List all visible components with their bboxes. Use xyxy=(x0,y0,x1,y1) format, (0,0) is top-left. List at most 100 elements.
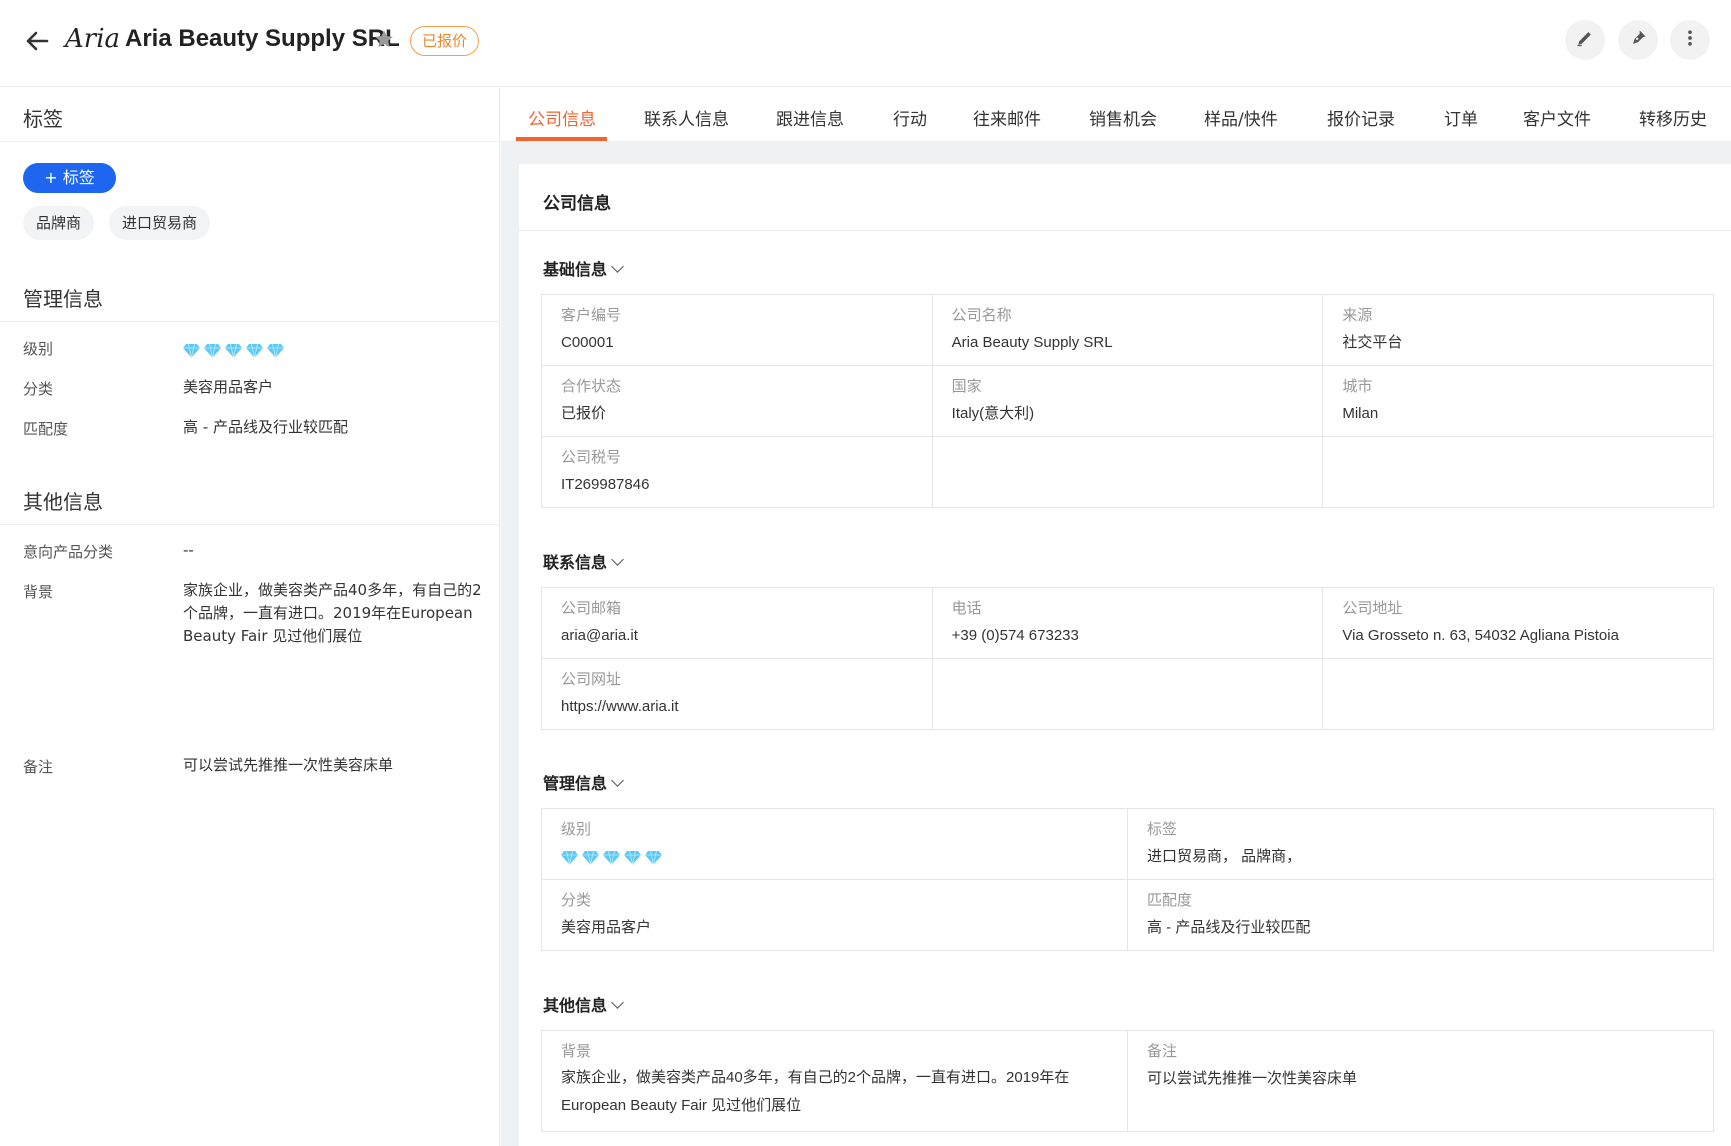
other-section-title: 其他信息 xyxy=(23,490,103,514)
field-phone: 电话 +39 (0)574 673233 xyxy=(933,588,1324,658)
empty-cell xyxy=(1323,437,1713,507)
tab-follow-up[interactable]: 跟进信息 xyxy=(776,105,844,130)
basic-info-title: 基础信息 xyxy=(543,260,608,279)
diamond-icon xyxy=(267,342,284,358)
tab-files[interactable]: 客户文件 xyxy=(1523,105,1591,130)
field-match: 匹配度高 - 产品线及行业较匹配 xyxy=(1128,880,1713,950)
field-label: 公司邮箱 xyxy=(561,599,622,617)
grid-row: 公司网址 https://www.aria.it xyxy=(542,659,1713,730)
tab-transfer-history[interactable]: 转移历史 xyxy=(1639,105,1707,130)
field-value: 高 - 产品线及行业较匹配 xyxy=(1147,919,1311,936)
level-label: 级别 xyxy=(23,340,54,358)
divider xyxy=(0,524,500,525)
add-tag-button[interactable]: + 标签 xyxy=(23,163,116,193)
chevron-down-icon xyxy=(611,774,624,787)
panel-title: 公司信息 xyxy=(543,194,611,214)
field-label: 匹配度 xyxy=(1147,891,1193,909)
diamond-icon xyxy=(645,850,662,865)
contact-info-toggle[interactable]: 联系信息 xyxy=(543,549,624,573)
basic-info-toggle[interactable]: 基础信息 xyxy=(543,256,624,280)
contact-info-grid: 公司邮箱 aria@aria.it 电话 +39 (0)574 673233 公司地… xyxy=(541,587,1714,730)
management-info-toggle[interactable]: 管理信息 xyxy=(543,770,624,794)
field-remark: 备注 可以尝试先推推一次性美容床单 xyxy=(1128,1031,1713,1131)
field-value: +39 (0)574 673233 xyxy=(951,627,1079,644)
category-label: 分类 xyxy=(23,380,54,398)
field-value: 家族企业，做美容类产品40多年，有自己的2个品牌，一直有进口。2019年在 Eu… xyxy=(561,1069,1070,1114)
diamond-icon xyxy=(246,342,263,358)
edit-button[interactable] xyxy=(1565,20,1605,60)
field-label: 城市 xyxy=(1342,377,1373,395)
field-value[interactable]: https://www.aria.it xyxy=(561,696,913,718)
star-icon[interactable] xyxy=(373,28,395,50)
diamond-icon xyxy=(225,342,242,358)
field-label: 电话 xyxy=(951,599,982,617)
field-value: 社交平台 xyxy=(1342,334,1403,351)
chevron-down-icon xyxy=(611,553,624,566)
grid-row: 级别 标签进口贸易商， 品牌商， xyxy=(542,809,1713,880)
contact-info-title: 联系信息 xyxy=(543,553,608,572)
grid-row: 背景家族企业，做美容类产品40多年，有自己的2个品牌，一直有进口。2019年在 … xyxy=(542,1031,1713,1132)
field-label: 标签 xyxy=(1147,820,1178,838)
more-vertical-icon xyxy=(1680,28,1700,52)
tab-orders[interactable]: 订单 xyxy=(1444,105,1478,130)
chevron-down-icon xyxy=(611,996,624,1009)
tab-samples[interactable]: 样品/快件 xyxy=(1204,105,1278,130)
page-title: Aria Beauty Supply SRL xyxy=(125,25,400,52)
divider xyxy=(519,230,1731,231)
category-value: 美容用品客户 xyxy=(183,378,274,396)
field-label: 背景 xyxy=(561,1042,592,1060)
basic-info-grid: 客户编号 C00001 公司名称 Aria Beauty Supply SRL 来源… xyxy=(541,294,1714,508)
tab-contacts[interactable]: 联系人信息 xyxy=(644,105,729,130)
field-country: 国家 Italy(意大利) xyxy=(933,366,1324,436)
grid-row: 分类 美容用品客户 匹配度高 - 产品线及行业较匹配 xyxy=(542,880,1713,951)
field-label: 备注 xyxy=(1147,1042,1178,1060)
company-info-panel: 公司信息 基础信息 客户编号 C00001 公司名称 Aria Beauty Sup… xyxy=(519,164,1731,1146)
remark-value: 可以尝试先推推一次性美容床单 xyxy=(183,756,394,774)
tab-emails[interactable]: 往来邮件 xyxy=(973,105,1041,130)
field-company-website: 公司网址 https://www.aria.it xyxy=(542,659,933,729)
field-tax-id: 公司税号 IT269987846 xyxy=(542,437,933,507)
chevron-down-icon xyxy=(611,260,624,273)
tab-opportunities[interactable]: 销售机会 xyxy=(1089,105,1157,130)
tag-chip[interactable]: 品牌商 xyxy=(23,206,95,240)
empty-cell xyxy=(933,437,1324,507)
field-value[interactable]: aria@aria.it xyxy=(561,625,913,647)
tab-bar: 公司信息 联系人信息 跟进信息 行动 往来邮件 销售机会 样品/快件 报价记录 … xyxy=(501,88,1731,142)
company-logo: Aria xyxy=(65,24,121,54)
level-rating xyxy=(561,846,1108,868)
management-info-title: 管理信息 xyxy=(543,774,608,793)
field-value: Italy(意大利) xyxy=(951,405,1035,422)
background-value: 家族企业，做美容类产品40多年，有自己的2个品牌，一直有进口。2019年在Eur… xyxy=(183,581,482,645)
diamond-icon xyxy=(204,342,221,358)
diamond-icon xyxy=(183,342,200,358)
other-info-title: 其他信息 xyxy=(543,996,608,1015)
level-rating xyxy=(183,338,288,361)
management-info-grid: 级别 标签 进口贸易商， 品牌商， 分类 美容用品客户 匹配度高 - 产品线及行业较… xyxy=(541,808,1714,951)
more-button[interactable] xyxy=(1670,20,1710,60)
other-info-toggle[interactable]: 其他信息 xyxy=(543,992,624,1016)
field-label: 级别 xyxy=(561,820,592,838)
grid-row: 合作状态 已报价 国家 Italy(意大利) 城市 Milan xyxy=(542,366,1713,437)
pencil-icon xyxy=(1575,28,1595,52)
intent-category-label: 意向产品分类 xyxy=(23,543,114,561)
tab-actions[interactable]: 行动 xyxy=(893,105,927,130)
field-background: 背景家族企业，做美容类产品40多年，有自己的2个品牌，一直有进口。2019年在 … xyxy=(542,1031,1128,1131)
follow-up-button[interactable] xyxy=(1618,20,1658,60)
left-sidebar: 标签 + 标签 品牌商 进口贸易商 管理信息 级别 分类 美容用品客户 匹配度 … xyxy=(0,88,500,1146)
field-company-name: 公司名称 Aria Beauty Supply SRL xyxy=(933,295,1324,365)
field-label: 客户编号 xyxy=(561,306,622,324)
tab-quotes[interactable]: 报价记录 xyxy=(1327,105,1395,130)
tab-company-info[interactable]: 公司信息 xyxy=(528,105,596,130)
tag-chip[interactable]: 进口贸易商 xyxy=(109,206,211,240)
management-section-title: 管理信息 xyxy=(23,287,103,311)
empty-cell xyxy=(1323,659,1713,729)
field-value: 进口贸易商， 品牌商， xyxy=(1147,848,1302,865)
field-label: 公司网址 xyxy=(561,670,622,688)
grid-row: 公司税号 IT269987846 xyxy=(542,437,1713,508)
back-arrow-icon[interactable] xyxy=(22,26,52,56)
divider xyxy=(0,141,500,142)
field-label: 公司名称 xyxy=(951,306,1012,324)
diamond-icon xyxy=(603,850,620,865)
field-source: 来源 社交平台 xyxy=(1323,295,1713,365)
field-company-address: 公司地址 Via Grosseto n. 63, 54032 Agliana Pi… xyxy=(1323,588,1713,658)
